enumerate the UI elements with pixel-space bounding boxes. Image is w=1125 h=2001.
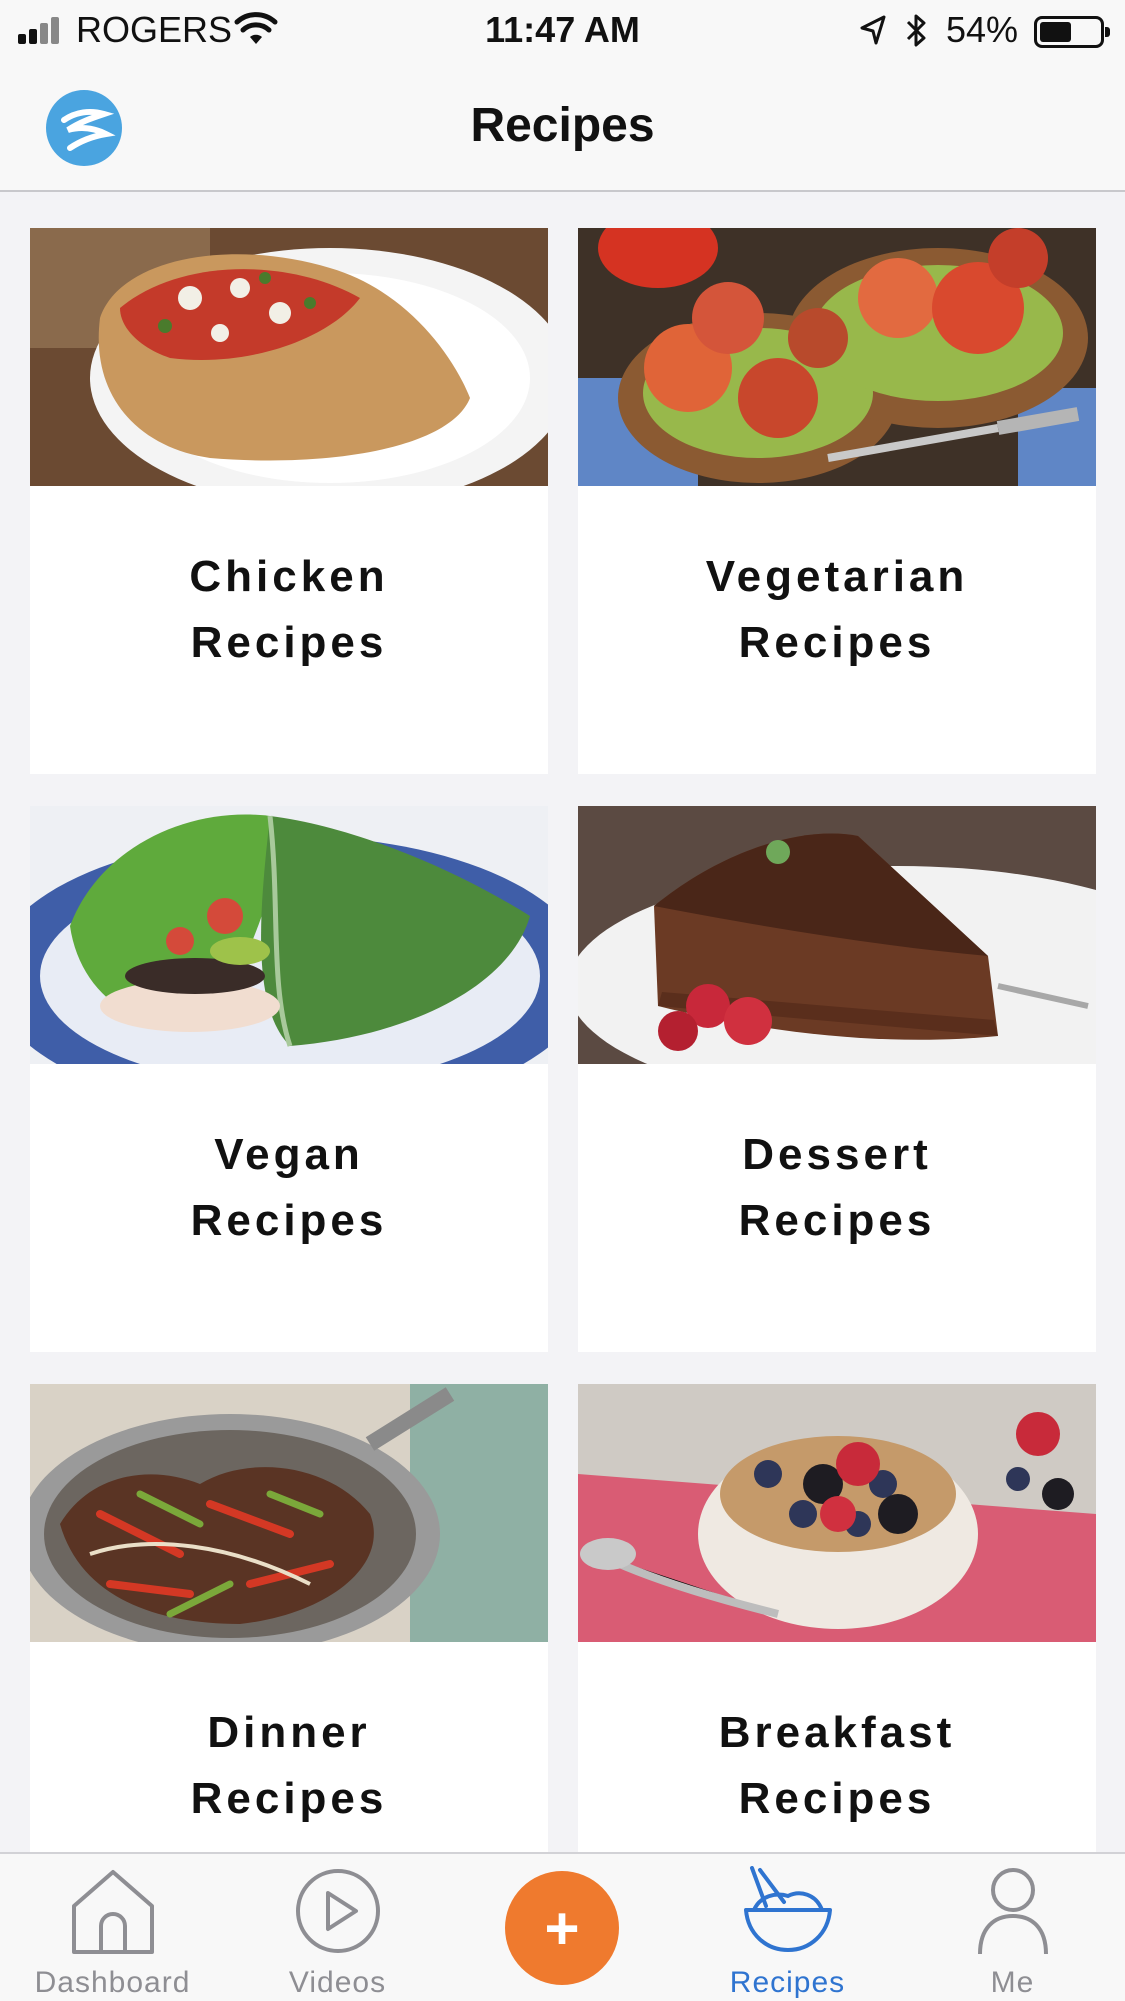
recipe-card-title: Vegetarian [705,552,969,601]
recipe-card-label: Vegan Recipes [30,1064,548,1352]
recipe-card-title: Dessert [742,1130,932,1179]
chocolate-cake-photo [578,806,1096,1064]
tab-label-dashboard: Dashboard [34,1966,191,1999]
collard-wrap-photo [30,806,548,1064]
tab-label-me: Me [990,1966,1035,1999]
status-bar: ROGERS 11:47 AM 54% [0,0,1125,62]
bluetooth-icon [906,14,926,47]
bowl-icon [743,1866,832,1952]
recipe-card-subtitle: Recipes [738,618,936,667]
tab-dashboard[interactable]: Dashboard [0,1854,225,2001]
home-icon [71,1870,154,1954]
battery-percent: 54% [946,9,1019,50]
recipe-card-title: Breakfast [718,1708,956,1757]
location-icon [860,15,886,45]
recipe-card-label: Breakfast Recipes [578,1642,1096,1852]
recipe-card-label: Chicken Recipes [30,486,548,774]
tab-recipes[interactable]: Recipes [675,1854,900,2001]
tab-label-recipes: Recipes [729,1966,846,1999]
recipe-card-label: Vegetarian Recipes [578,486,1096,774]
recipe-card-vegan[interactable]: Vegan Recipes [30,806,548,1352]
plus-icon: + [544,1894,580,1962]
recipe-category-grid: Chicken Recipes Vegetarian Recipes Vegan… [0,192,1125,1852]
add-button[interactable]: + [505,1871,619,1985]
tab-me[interactable]: Me [900,1854,1125,2001]
recipe-card-vegetarian[interactable]: Vegetarian Recipes [578,228,1096,774]
recipe-card-subtitle: Recipes [190,618,388,667]
recipe-card-chicken[interactable]: Chicken Recipes [30,228,548,774]
tab-add[interactable]: + [450,1854,675,2001]
chicken-dish-photo [30,228,548,486]
tab-bar: Dashboard Videos + Recipes Me [0,1852,1125,2001]
recipe-card-subtitle: Recipes [738,1774,936,1823]
nav-bar: Recipes [0,62,1125,192]
battery-level-fill [1040,22,1071,42]
recipe-card-title: Chicken [189,552,389,601]
oatmeal-berries-photo [578,1384,1096,1642]
tab-label-videos: Videos [288,1966,387,1999]
recipe-card-label: Dinner Recipes [30,1642,548,1852]
recipe-card-subtitle: Recipes [190,1774,388,1823]
recipe-card-subtitle: Recipes [190,1196,388,1245]
recipe-card-title: Vegan [214,1130,364,1179]
recipe-card-dinner[interactable]: Dinner Recipes [30,1384,548,1852]
recipe-card-title: Dinner [207,1708,371,1757]
recipe-card-breakfast[interactable]: Breakfast Recipes [578,1384,1096,1852]
tomato-toast-photo [578,228,1096,486]
steak-fajita-pan-photo [30,1384,548,1642]
battery-icon [1034,16,1110,48]
page-title: Recipes [470,99,655,152]
play-circle-icon [295,1869,380,1953]
recipe-card-subtitle: Recipes [738,1196,936,1245]
tab-videos[interactable]: Videos [225,1854,450,2001]
person-icon [977,1868,1048,1955]
recipe-card-label: Dessert Recipes [578,1064,1096,1352]
recipe-card-dessert[interactable]: Dessert Recipes [578,806,1096,1352]
